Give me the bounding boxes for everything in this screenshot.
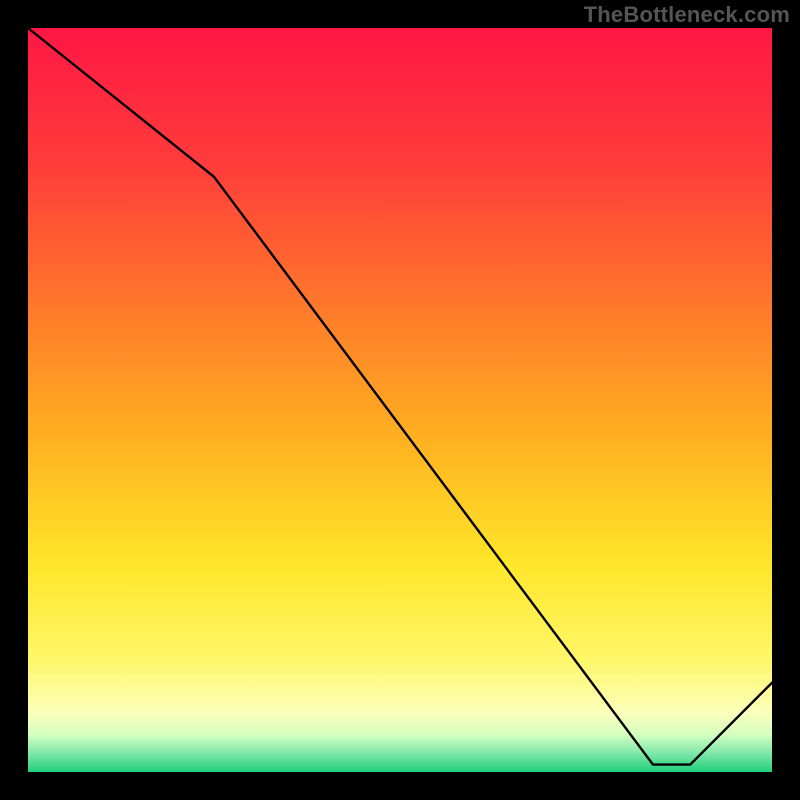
chart-svg [28, 28, 772, 772]
attribution-text: TheBottleneck.com [584, 2, 790, 28]
gradient-background [28, 28, 772, 772]
chart-frame: TheBottleneck.com [0, 0, 800, 800]
plot-area [28, 28, 772, 772]
